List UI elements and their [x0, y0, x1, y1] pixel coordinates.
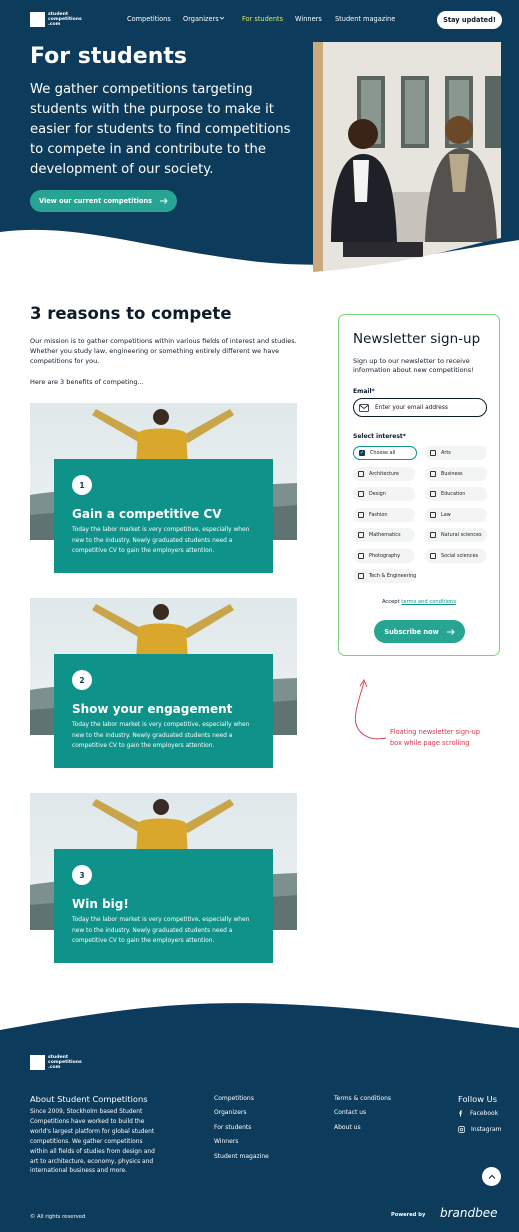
interest-architecture[interactable]: Architecture [353, 467, 415, 481]
arrow-right-icon [446, 628, 455, 635]
checkbox-icon [358, 491, 364, 497]
newsletter-box: Newsletter sign-up Sign up to our newsle… [338, 314, 500, 656]
interest-arts[interactable]: Arts [425, 446, 487, 460]
reason-card-box: 2 Show your engagement Today the labor m… [54, 654, 273, 768]
reason-card-2: 2 Show your engagement Today the labor m… [30, 598, 298, 770]
checkbox-icon [430, 553, 436, 559]
checkbox-icon [358, 573, 364, 579]
annotation-note: Floating newsletter sign-up box while pa… [390, 728, 480, 747]
interest-mathematics[interactable]: Mathematics [353, 528, 415, 542]
reason-card-box: 1 Gain a competitive CV Today the labor … [54, 459, 273, 573]
interest-social-sciences[interactable]: Social sciences [425, 549, 487, 563]
subscribe-button[interactable]: Subscribe now [374, 620, 465, 643]
interest-label: Select interest* [353, 433, 406, 440]
email-label: Email* [353, 388, 375, 395]
nav-winners[interactable]: Winners [295, 15, 322, 23]
interest-natural-sciences[interactable]: Natural sciences [425, 528, 487, 542]
footer-link-contact[interactable]: Contact us [334, 1109, 366, 1116]
chevron-down-icon[interactable] [219, 15, 225, 23]
footer-link-winners[interactable]: Winners [214, 1138, 238, 1145]
hero-text: We gather competitions targeting student… [30, 82, 291, 177]
interest-fashion[interactable]: Fashion [353, 508, 415, 522]
interest-education[interactable]: Education [425, 487, 487, 501]
checkbox-icon [430, 450, 436, 456]
check-icon: ✓ [359, 450, 365, 456]
footer-facebook[interactable]: Facebook [458, 1110, 498, 1117]
hero-photo [313, 42, 501, 272]
checkbox-icon [358, 512, 364, 518]
reason-card-1: 1 Gain a competitive CV Today the labor … [30, 403, 298, 575]
interest-design[interactable]: Design [353, 487, 415, 501]
email-field[interactable]: Enter your email address [353, 398, 487, 417]
footer-link-organizers[interactable]: Organizers [214, 1109, 246, 1116]
footer-link-about[interactable]: About us [334, 1124, 361, 1131]
arrow-right-icon [160, 198, 168, 204]
annotation-arrow-icon [354, 679, 387, 740]
checkbox-icon [358, 532, 364, 538]
benefits-intro: Here are 3 benefits of competing... [30, 378, 144, 386]
card-text: Today the labor market is very competiti… [72, 917, 250, 944]
page-title: For students [30, 44, 187, 69]
card-title: Gain a competitive CV [72, 507, 222, 521]
checkbox-icon [430, 532, 436, 538]
reason-card-3: 3 Win big! Today the labor market is ver… [30, 793, 298, 965]
nav-for-students[interactable]: For students [242, 15, 283, 23]
checkbox-icon [430, 491, 436, 497]
accept-terms: Accept terms and conditions [381, 599, 457, 605]
card-title: Win big! [72, 897, 129, 911]
back-to-top-button[interactable] [482, 1167, 501, 1186]
newsletter-subtitle: Sign up to our newsletter to receive inf… [353, 357, 474, 374]
terms-link[interactable]: terms and conditions [401, 599, 456, 605]
nav-competitions[interactable]: Competitions [127, 15, 171, 23]
card-title: Show your engagement [72, 702, 233, 716]
footer-link-competitions[interactable]: Competitions [214, 1095, 254, 1102]
brandbee-logo[interactable]: brandbee [440, 1206, 498, 1220]
interest-choose-all[interactable]: ✓ Choose all [353, 446, 417, 460]
footer-about-title: About Student Competitions [30, 1094, 148, 1104]
nav-student-magazine[interactable]: Student magazine [335, 15, 395, 23]
view-competitions-button[interactable]: View our current competitions [30, 190, 177, 212]
checkbox-icon [430, 512, 436, 518]
footer-link-for-students[interactable]: For students [214, 1124, 251, 1131]
step-number: 2 [72, 670, 92, 690]
stay-updated-button[interactable]: Stay updated! [437, 11, 502, 29]
reasons-title: 3 reasons to compete [30, 304, 232, 323]
card-text: Today the labor market is very competiti… [72, 722, 250, 749]
instagram-icon [458, 1126, 465, 1133]
footer-instagram[interactable]: Instagram [458, 1126, 502, 1133]
powered-by: Powered by [391, 1212, 426, 1218]
mail-icon [359, 403, 369, 412]
follow-title: Follow Us [458, 1094, 498, 1104]
footer-logo[interactable]: student competitions .com [30, 1055, 82, 1070]
footer-about-text: Since 2009, Stockholm based Student Comp… [30, 1109, 155, 1175]
step-number: 1 [72, 475, 92, 495]
site-logo[interactable]: student competitions .com [30, 12, 82, 27]
checkbox-icon [430, 471, 436, 477]
newsletter-title: Newsletter sign-up [353, 331, 481, 347]
nav-organizers[interactable]: Organizers [183, 15, 219, 23]
checkbox-icon [358, 471, 364, 477]
step-number: 3 [72, 865, 92, 885]
facebook-icon [459, 1110, 463, 1117]
footer-link-terms[interactable]: Terms & conditions [334, 1095, 391, 1102]
interest-business[interactable]: Business [425, 467, 487, 481]
card-text: Today the labor market is very competiti… [72, 527, 250, 554]
checkbox-icon [358, 553, 364, 559]
copyright: © All rights reserved [30, 1214, 86, 1220]
interest-photography[interactable]: Photography [353, 549, 415, 563]
interest-law[interactable]: Law [425, 508, 487, 522]
mission-text: Our mission is to gather competitions wi… [30, 337, 297, 365]
chevron-up-icon [488, 1174, 495, 1179]
footer-link-student-magazine[interactable]: Student magazine [214, 1153, 269, 1160]
interest-tech-engineering[interactable]: Tech & Engineering [353, 569, 416, 583]
reason-card-box: 3 Win big! Today the labor market is ver… [54, 849, 273, 963]
